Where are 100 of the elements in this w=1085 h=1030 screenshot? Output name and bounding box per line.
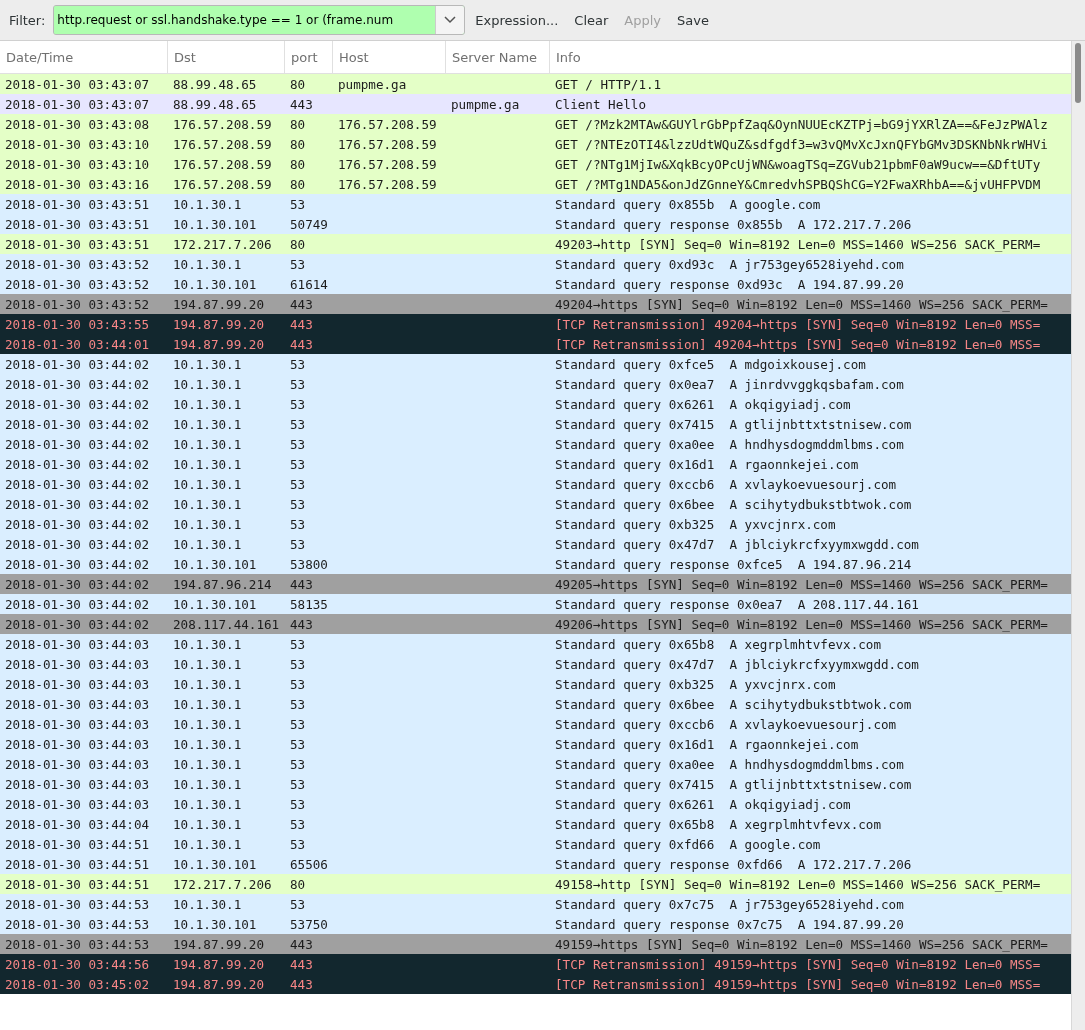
packet-row[interactable]: 2018-01-30 03:44:51 10.1.30.101 65506 Standard query response 0xfd66 A 172.217.7.206 [0, 854, 1072, 874]
packet-row[interactable]: 2018-01-30 03:43:07 88.99.48.65 443 pumpme.ga Client Hello [0, 94, 1072, 114]
toolbar-button[interactable]: Expression... [469, 8, 565, 32]
table-cell: 176.57.208.59 [338, 116, 437, 132]
column-header[interactable]: Server Name [446, 41, 550, 73]
packet-row[interactable]: 2018-01-30 03:44:02 10.1.30.1 53 Standard query 0xccb6 A xvlaykoevuesourj.com [0, 474, 1072, 494]
table-cell-text: 10.1.30.1 [172, 796, 243, 812]
packet-row[interactable]: 2018-01-30 03:44:51 172.217.7.206 80 49158→http [SYN] Seq=0 Win=8192 Len=0 MSS=1460 WS=256 SACK_PERM= [0, 874, 1072, 894]
table-cell-text: 2018-01-30 03:43:10 [4, 136, 151, 152]
table-cell-text: 2018-01-30 03:43:07 [4, 76, 151, 92]
table-cell-text: 2018-01-30 03:44:53 [4, 936, 151, 952]
table-cell-text: 10.1.30.101 [172, 556, 258, 572]
packet-row[interactable]: 2018-01-30 03:44:03 10.1.30.1 53 Standard query 0x65b8 A xegrplmhtvfevx.com [0, 634, 1072, 654]
packet-row[interactable]: 2018-01-30 03:44:03 10.1.30.1 53 Standard query 0x6261 A okqigyiadj.com [0, 794, 1072, 814]
packet-row[interactable]: 2018-01-30 03:44:02 10.1.30.1 53 Standard query 0xa0ee A hndhysdogmddmlbms.com [0, 434, 1072, 454]
table-cell-text: 10.1.30.1 [172, 416, 243, 432]
table-cell-text: 2018-01-30 03:43:55 [4, 316, 151, 332]
packet-row[interactable]: 2018-01-30 03:44:02 10.1.30.101 58135 Standard query response 0x0ea7 A 208.117.44.161 [0, 594, 1072, 614]
table-cell-text: 2018-01-30 03:44:02 [4, 356, 151, 372]
packet-row[interactable]: 2018-01-30 03:43:55 194.87.99.20 443 [TCP Retransmission] 49204→https [SYN] Seq=0 Win=8192 Len=0 MSS= [0, 314, 1072, 334]
table-cell-text: 194.87.96.214 [172, 576, 273, 592]
packet-row[interactable]: 2018-01-30 03:44:03 10.1.30.1 53 Standard query 0xa0ee A hndhysdogmddmlbms.com [0, 754, 1072, 774]
table-cell-text: 10.1.30.1 [172, 816, 243, 832]
table-cell-text: 53 [289, 536, 307, 552]
table-cell-text: 80 [289, 116, 307, 132]
table-cell-text: GET /?Mzk2MTAw&GUYlrGbPpfZaq&OynNUUEcKZTPj=bG9jYXRlZA==&FeJzPWAlz [554, 116, 1049, 132]
table-cell-text: 2018-01-30 03:44:02 [4, 596, 151, 612]
table-cell-text: 53 [289, 656, 307, 672]
packet-row[interactable]: 2018-01-30 03:44:03 10.1.30.1 53 Standard query 0x7415 A gtlijnbttxtstnisew.com [0, 774, 1072, 794]
packet-row[interactable]: 2018-01-30 03:44:53 194.87.99.20 443 49159→https [SYN] Seq=0 Win=8192 Len=0 MSS=1460 WS=256 SACK_PERM= [0, 934, 1072, 954]
packet-row[interactable]: 2018-01-30 03:43:52 10.1.30.1 53 Standard query 0xd93c A jr753gey6528iyehd.com [0, 254, 1072, 274]
table-cell-text: GET /?NTg1MjIw&XqkBcyOPcUjWN&woagTSq=ZGVub21pbmF0aW9ucw==&DftUTy [554, 156, 1042, 172]
packet-row[interactable]: 2018-01-30 03:44:02 10.1.30.1 53 Standard query 0xfce5 A mdgoixkousej.com [0, 354, 1072, 374]
packet-row[interactable]: 2018-01-30 03:43:52 10.1.30.101 61614 Standard query response 0xd93c A 194.87.99.20 [0, 274, 1072, 294]
packet-row[interactable]: 2018-01-30 03:43:10 176.57.208.59 80 176.57.208.59 GET /?NTg1MjIw&XqkBcyOPcUjWN&woagTSq=ZGVub21pbmF0aW9ucw==&DftUTy [0, 154, 1072, 174]
table-cell-text: 53 [289, 476, 307, 492]
packet-row[interactable]: 2018-01-30 03:43:52 194.87.99.20 443 49204→https [SYN] Seq=0 Win=8192 Len=0 MSS=1460 WS=256 SACK_PERM= [0, 294, 1072, 314]
table-cell-text: Standard query 0x6261 A okqigyiadj.com [554, 396, 852, 412]
packet-row[interactable]: 2018-01-30 03:43:10 176.57.208.59 80 176.57.208.59 GET /?NTEzOTI4&lzzUdtWQuZ&sdfgdf3=w3vQMvXcJxnQFYbGMv3DSKNbNkrWHVi [0, 134, 1072, 154]
packet-row[interactable]: 2018-01-30 03:43:07 88.99.48.65 80 pumpme.ga GET / HTTP/1.1 [0, 74, 1072, 94]
column-header[interactable]: Date/Time [0, 41, 168, 73]
packet-row[interactable]: 2018-01-30 03:45:02 194.87.99.20 443 [TCP Retransmission] 49159→https [SYN] Seq=0 Win=8192 Len=0 MSS= [0, 974, 1072, 994]
packet-row[interactable]: 2018-01-30 03:44:02 10.1.30.1 53 Standard query 0x7415 A gtlijnbttxtstnisew.com [0, 414, 1072, 434]
table-cell-text: 10.1.30.101 [172, 916, 258, 932]
packet-row[interactable]: 2018-01-30 03:44:02 10.1.30.1 53 Standard query 0x0ea7 A jinrdvvggkqsbafam.com [0, 374, 1072, 394]
packet-row[interactable]: 2018-01-30 03:43:08 176.57.208.59 80 176.57.208.59 GET /?Mzk2MTAw&GUYlrGbPpfZaq&OynNUUEcKZTPj=bG9jYXRlZA==&FeJzPWAlz [0, 114, 1072, 134]
table-cell-text: 10.1.30.1 [172, 636, 243, 652]
packet-row[interactable]: 2018-01-30 03:44:03 10.1.30.1 53 Standard query 0xccb6 A xvlaykoevuesourj.com [0, 714, 1072, 734]
table-cell-text: 2018-01-30 03:43:51 [4, 216, 151, 232]
table-cell-text: 80 [289, 76, 307, 92]
column-header[interactable]: port [285, 41, 333, 73]
table-cell-text: 176.57.208.59 [172, 136, 273, 152]
packet-row[interactable]: 2018-01-30 03:44:03 10.1.30.1 53 Standard query 0x16d1 A rgaonnkejei.com [0, 734, 1072, 754]
table-cell-text: Standard query 0x16d1 A rgaonnkejei.com [554, 736, 860, 752]
scrollbar-thumb[interactable] [1075, 43, 1081, 103]
packet-row[interactable]: 2018-01-30 03:44:56 194.87.99.20 443 [TCP Retransmission] 49159→https [SYN] Seq=0 Win=8192 Len=0 MSS= [0, 954, 1072, 974]
table-cell-text: 2018-01-30 03:44:03 [4, 676, 151, 692]
packet-row[interactable]: 2018-01-30 03:44:53 10.1.30.1 53 Standard query 0x7c75 A jr753gey6528iyehd.com [0, 894, 1072, 914]
dropdown-caret-icon[interactable] [435, 6, 465, 34]
packet-row[interactable]: 2018-01-30 03:44:03 10.1.30.1 53 Standard query 0x47d7 A jblciykrcfxyymxwgdd.com [0, 654, 1072, 674]
filter-field[interactable]: http.request or ssl.handshake.type == 1 or (frame.num [53, 5, 466, 35]
table-cell-text: 10.1.30.1 [172, 496, 243, 512]
packet-row[interactable]: 2018-01-30 03:44:02 194.87.96.214 443 49205→https [SYN] Seq=0 Win=8192 Len=0 MSS=1460 WS=256 SACK_PERM= [0, 574, 1072, 594]
packet-row[interactable]: 2018-01-30 03:44:02 10.1.30.101 53800 Standard query response 0xfce5 A 194.87.96.214 [0, 554, 1072, 574]
packet-row[interactable]: 2018-01-30 03:44:04 10.1.30.1 53 Standard query 0x65b8 A xegrplmhtvfevx.com [0, 814, 1072, 834]
table-cell-text: 10.1.30.101 [172, 276, 258, 292]
packet-row[interactable]: 2018-01-30 03:44:03 10.1.30.1 53 Standard query 0xb325 A yxvcjnrx.com [0, 674, 1072, 694]
packet-row[interactable]: 2018-01-30 03:44:51 10.1.30.1 53 Standard query 0xfd66 A google.com [0, 834, 1072, 854]
table-cell-text: 2018-01-30 03:43:52 [4, 256, 151, 272]
table-cell-text: 53 [289, 436, 307, 452]
packet-row[interactable]: 2018-01-30 03:44:02 10.1.30.1 53 Standard query 0x6261 A okqigyiadj.com [0, 394, 1072, 414]
table-cell-text: 2018-01-30 03:44:03 [4, 776, 151, 792]
packet-row[interactable]: 2018-01-30 03:44:01 194.87.99.20 443 [TCP Retransmission] 49204→https [SYN] Seq=0 Win=8192 Len=0 MSS= [0, 334, 1072, 354]
column-header[interactable]: Host [333, 41, 446, 73]
packet-row[interactable]: 2018-01-30 03:44:02 10.1.30.1 53 Standard query 0x6bee A scihytydbukstbtwok.com [0, 494, 1072, 514]
column-header[interactable]: Dst [168, 41, 285, 73]
table-cell-text: 2018-01-30 03:43:07 [4, 96, 151, 112]
table-cell-text: 53 [289, 676, 307, 692]
table-cell-text: 2018-01-30 03:44:02 [4, 496, 151, 512]
table-cell-text: 2018-01-30 03:44:03 [4, 736, 151, 752]
packet-row[interactable]: 2018-01-30 03:43:51 172.217.7.206 80 49203→http [SYN] Seq=0 Win=8192 Len=0 MSS=1460 WS=256 SACK_PERM= [0, 234, 1072, 254]
table-cell-text: Standard query response 0x855b A 172.217.7.206 [554, 216, 913, 232]
packet-row[interactable]: 2018-01-30 03:43:16 176.57.208.59 80 176.57.208.59 GET /?MTg1NDA5&onJdZGnneY&CmredvhSPBQShCG=Y2FwaXRhbA==&jvUHFPVDM [0, 174, 1072, 194]
packet-row[interactable]: 2018-01-30 03:44:53 10.1.30.101 53750 Standard query response 0x7c75 A 194.87.99.20 [0, 914, 1072, 934]
table-cell-text: 2018-01-30 03:44:02 [4, 516, 151, 532]
table-cell-text: 176.57.208.59 [172, 116, 273, 132]
table-cell-text: Standard query 0x855b A google.com [554, 196, 822, 212]
packet-row[interactable]: 2018-01-30 03:43:51 10.1.30.101 50749 Standard query response 0x855b A 172.217.7.206 [0, 214, 1072, 234]
packet-row[interactable]: 2018-01-30 03:43:51 10.1.30.1 53 Standard query 0x855b A google.com [0, 194, 1072, 214]
packet-row[interactable]: 2018-01-30 03:44:02 10.1.30.1 53 Standard query 0x47d7 A jblciykrcfxyymxwgdd.com [0, 534, 1072, 554]
packet-row[interactable]: 2018-01-30 03:44:02 208.117.44.161 443 49206→https [SYN] Seq=0 Win=8192 Len=0 MSS=1460 WS=256 SACK_PERM= [0, 614, 1072, 634]
table-cell-text: 2018-01-30 03:44:53 [4, 896, 151, 912]
scrollbar[interactable] [1071, 41, 1085, 1030]
toolbar-button[interactable]: Save [671, 8, 715, 32]
packet-row[interactable]: 2018-01-30 03:44:02 10.1.30.1 53 Standard query 0xb325 A yxvcjnrx.com [0, 514, 1072, 534]
table-cell-text: Standard query 0x6bee A scihytydbukstbtwok.com [554, 696, 913, 712]
toolbar-button[interactable]: Clear [568, 8, 615, 32]
table-cell-text: 10.1.30.101 [172, 856, 258, 872]
packet-row[interactable]: 2018-01-30 03:44:02 10.1.30.1 53 Standard query 0x16d1 A rgaonnkejei.com [0, 454, 1072, 474]
packet-row[interactable]: 2018-01-30 03:44:03 10.1.30.1 53 Standard query 0x6bee A scihytydbukstbtwok.com [0, 694, 1072, 714]
